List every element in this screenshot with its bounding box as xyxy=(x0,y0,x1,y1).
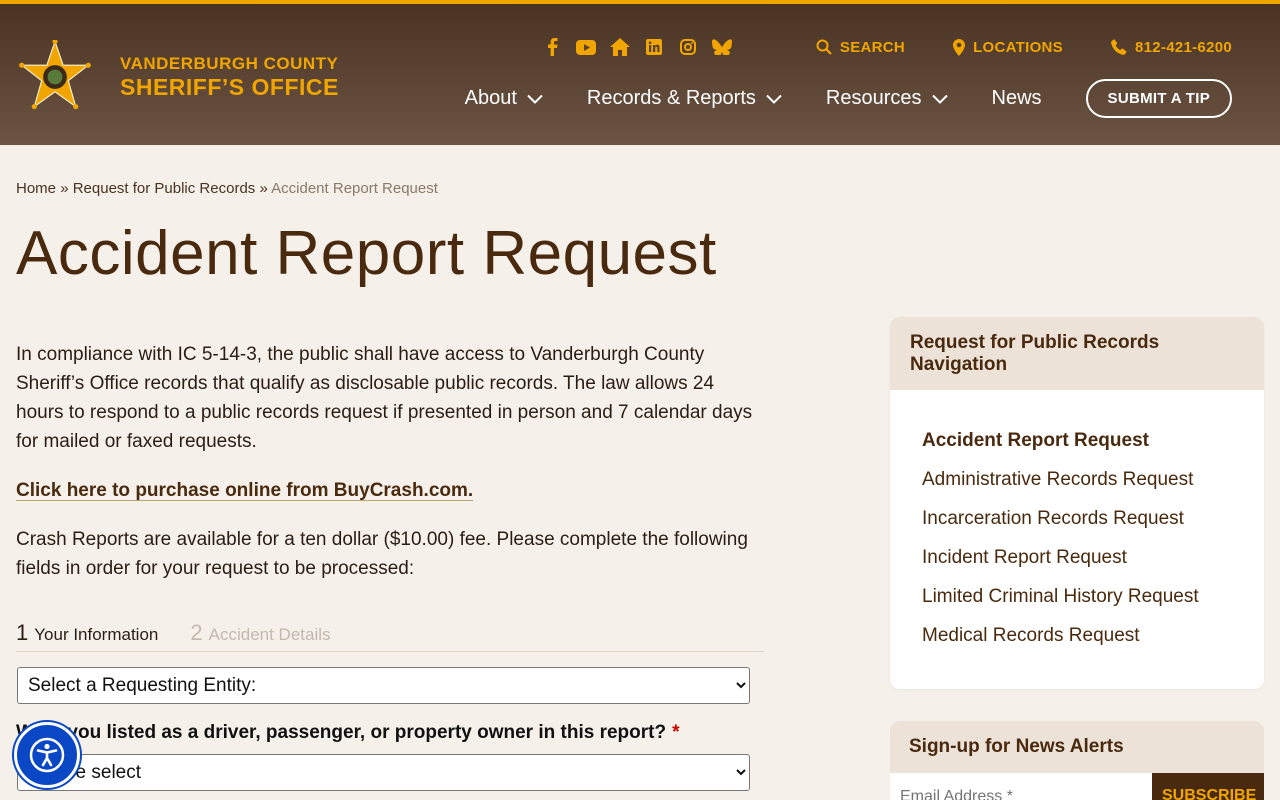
bluesky-icon[interactable] xyxy=(711,37,732,57)
chevron-down-icon xyxy=(931,94,948,104)
step-number: 2 xyxy=(190,619,203,645)
form-steps: 1 Your Information 2 Accident Details xyxy=(16,614,764,652)
search-label: SEARCH xyxy=(839,38,906,56)
utility-bar: SEARCH LOCATIONS 812-421-6200 xyxy=(542,37,1232,57)
driver-question-label: Were you listed as a driver, passenger, … xyxy=(16,722,679,744)
facebook-icon[interactable] xyxy=(542,37,562,57)
site-header: VANDERBURGH COUNTY SHERIFF’S OFFICE SEAR… xyxy=(0,0,1280,145)
nav-label: Records & Reports xyxy=(586,87,756,109)
driver-question-select[interactable]: Please select xyxy=(17,754,750,791)
nav-label: Resources xyxy=(825,87,922,109)
nav-item-resources[interactable]: Resources xyxy=(826,87,948,110)
map-pin-icon xyxy=(953,38,966,56)
site-logo[interactable]: VANDERBURGH COUNTY SHERIFF’S OFFICE xyxy=(16,40,339,114)
news-alerts-title: Sign-up for News Alerts xyxy=(890,721,1264,773)
sidebar-item-incarceration-records[interactable]: Incarceration Records Request xyxy=(922,508,1232,547)
records-navigation-list: Accident Report Request Administrative R… xyxy=(890,390,1264,664)
search-link[interactable]: SEARCH xyxy=(816,39,905,56)
required-mark: * xyxy=(672,722,680,743)
step-label: Accident Details xyxy=(208,624,331,644)
locations-link[interactable]: LOCATIONS xyxy=(953,38,1063,56)
breadcrumb-separator: » xyxy=(60,180,69,197)
social-links xyxy=(542,37,732,57)
submit-tip-button[interactable]: SUBMIT A TIP xyxy=(1085,79,1232,118)
chevron-down-icon xyxy=(766,94,782,104)
records-navigation-card: Request for Public Records Navigation Ac… xyxy=(890,317,1264,689)
nav-item-news[interactable]: News xyxy=(992,87,1042,110)
accessibility-button[interactable] xyxy=(14,722,80,788)
subscribe-button[interactable]: SUBSCRIBE xyxy=(1152,773,1264,800)
news-alerts-card: Sign-up for News Alerts SUBSCRIBE xyxy=(890,721,1264,800)
sidebar-item-incident-report[interactable]: Incident Report Request xyxy=(922,547,1232,586)
requesting-entity-select[interactable]: Select a Requesting Entity: xyxy=(17,667,750,704)
main-content: In compliance with IC 5-14-3, the public… xyxy=(16,340,766,603)
sidebar-item-accident-report[interactable]: Accident Report Request xyxy=(922,430,1232,469)
question-text: Were you listed as a driver, passenger, … xyxy=(16,722,667,743)
accessibility-icon xyxy=(29,737,65,773)
email-field[interactable] xyxy=(890,773,1152,800)
home-icon[interactable] xyxy=(609,37,630,57)
nav-label: About xyxy=(464,87,517,109)
logo-line-1: VANDERBURGH COUNTY xyxy=(120,54,339,73)
search-icon xyxy=(816,39,832,55)
sheriff-star-icon xyxy=(19,40,91,110)
breadcrumb-parent[interactable]: Request for Public Records xyxy=(73,180,256,197)
nav-label: News xyxy=(991,87,1042,109)
records-navigation-title: Request for Public Records Navigation xyxy=(890,317,1264,390)
youtube-icon[interactable] xyxy=(575,37,596,57)
main-nav: About Records & Reports Resources News S… xyxy=(465,79,1232,118)
breadcrumb: Home » Request for Public Records » Acci… xyxy=(16,180,438,197)
chevron-down-icon xyxy=(527,94,543,104)
sidebar-item-medical-records[interactable]: Medical Records Request xyxy=(922,625,1232,664)
phone-link[interactable]: 812-421-6200 xyxy=(1111,39,1232,56)
nav-item-about[interactable]: About xyxy=(465,87,543,110)
phone-icon xyxy=(1111,39,1127,55)
step-accident-details[interactable]: 2 Accident Details xyxy=(190,620,330,646)
buycrash-link[interactable]: Click here to purchase online from BuyCr… xyxy=(16,480,473,501)
sidebar-item-administrative-records[interactable]: Administrative Records Request xyxy=(922,469,1232,508)
sidebar-item-limited-criminal-history[interactable]: Limited Criminal History Request xyxy=(922,586,1232,625)
intro-paragraph: In compliance with IC 5-14-3, the public… xyxy=(16,344,753,452)
linkedin-icon[interactable] xyxy=(644,37,664,57)
nav-item-records-reports[interactable]: Records & Reports xyxy=(587,87,782,110)
locations-label: LOCATIONS xyxy=(973,38,1063,56)
fee-paragraph: Crash Reports are available for a ten do… xyxy=(16,529,748,579)
logo-line-2: SHERIFF’S OFFICE xyxy=(120,74,339,100)
step-label: Your Information xyxy=(34,624,159,644)
breadcrumb-home[interactable]: Home xyxy=(16,180,56,197)
breadcrumb-current: Accident Report Request xyxy=(271,180,438,197)
page-title: Accident Report Request xyxy=(16,219,717,288)
step-number: 1 xyxy=(16,619,29,645)
breadcrumb-separator: » xyxy=(259,180,268,197)
instagram-icon[interactable] xyxy=(678,37,698,57)
step-your-information[interactable]: 1 Your Information xyxy=(16,620,158,646)
phone-label: 812-421-6200 xyxy=(1134,38,1232,56)
